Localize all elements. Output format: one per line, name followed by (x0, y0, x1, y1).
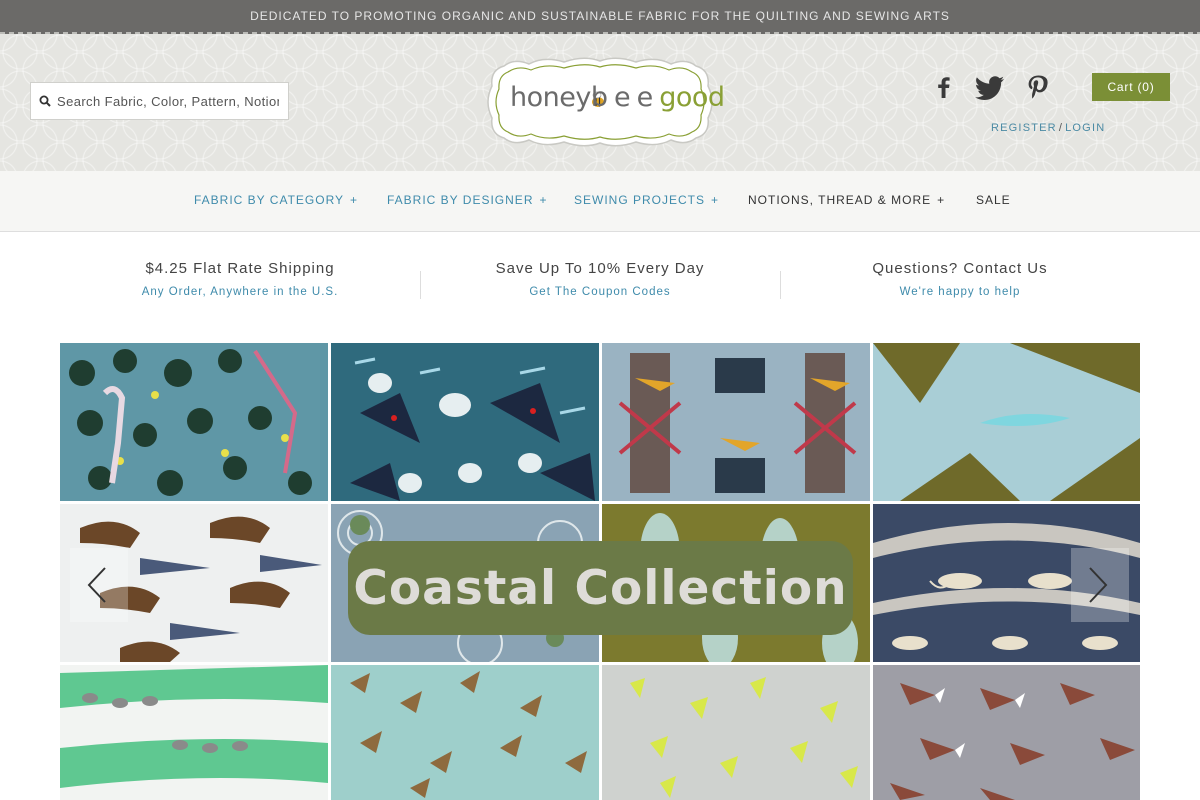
main-nav: FABRIC BY CATEGORY + FABRIC BY DESIGNER + … (0, 171, 1200, 232)
logo-text: honeybeegood (510, 82, 725, 113)
logo[interactable]: honeybeegood (484, 56, 725, 148)
nav-label: SALE (976, 193, 1011, 207)
search-icon (39, 95, 51, 107)
nav-label: FABRIC BY CATEGORY (194, 193, 345, 207)
account-links: REGISTER / LOGIN (991, 122, 1105, 134)
logo-good: good (659, 82, 725, 113)
nav-notions-thread-more[interactable]: NOTIONS, THREAD & MORE + (748, 193, 945, 207)
tile-gutter (60, 501, 1140, 504)
announcement-bar: DEDICATED TO PROMOTING ORGANIC AND SUSTA… (0, 0, 1200, 34)
promo-title: $4.25 Flat Rate Shipping (145, 260, 335, 277)
logo-bee: bee (590, 82, 660, 113)
plus-icon: + (937, 193, 946, 207)
register-link[interactable]: REGISTER (991, 122, 1057, 134)
search-input[interactable] (57, 93, 279, 109)
slider-prev-button[interactable] (70, 548, 128, 622)
nav-sale[interactable]: SALE (976, 193, 1011, 207)
login-link[interactable]: LOGIN (1065, 122, 1105, 134)
chevron-right-icon (1089, 567, 1108, 603)
plus-icon: + (539, 193, 548, 207)
promo-title: Questions? Contact Us (872, 260, 1048, 277)
search-box[interactable] (30, 82, 289, 120)
pinterest-icon[interactable] (1025, 74, 1051, 100)
promo-shipping[interactable]: $4.25 Flat Rate Shipping Any Order, Anyw… (60, 260, 420, 298)
announcement-text: DEDICATED TO PROMOTING ORGANIC AND SUSTA… (250, 9, 950, 23)
tile-gutter (870, 343, 873, 800)
nav-sewing-projects[interactable]: SEWING PROJECTS + (574, 193, 719, 207)
tile-gutter (328, 343, 331, 800)
slide-caption-text: Coastal Collection (353, 560, 848, 616)
facebook-icon[interactable] (931, 74, 957, 100)
nav-label: SEWING PROJECTS (574, 193, 706, 207)
nav-label: FABRIC BY DESIGNER (387, 193, 534, 207)
cart-button[interactable]: Cart (0) (1092, 73, 1170, 101)
slide-caption[interactable]: Coastal Collection (348, 541, 853, 635)
nav-fabric-by-designer[interactable]: FABRIC BY DESIGNER + (387, 193, 548, 207)
nav-label: NOTIONS, THREAD & MORE (748, 193, 932, 207)
plus-icon: + (711, 193, 720, 207)
hero-slider[interactable]: Coastal Collection (60, 343, 1140, 800)
promo-savings[interactable]: Save Up To 10% Every Day Get The Coupon … (420, 260, 780, 298)
plus-icon: + (350, 193, 359, 207)
promo-subtitle[interactable]: Any Order, Anywhere in the U.S. (60, 286, 420, 298)
promo-subtitle[interactable]: We're happy to help (780, 286, 1140, 298)
promo-contact[interactable]: Questions? Contact Us We're happy to hel… (780, 260, 1140, 298)
nav-fabric-by-category[interactable]: FABRIC BY CATEGORY + (194, 193, 358, 207)
promo-title: Save Up To 10% Every Day (495, 260, 705, 277)
account-separator: / (1058, 122, 1064, 134)
tile-gutter (60, 662, 1140, 665)
twitter-icon[interactable] (974, 74, 1006, 100)
promo-subtitle[interactable]: Get The Coupon Codes (420, 286, 780, 298)
chevron-left-icon (87, 567, 106, 603)
logo-honey: honey (510, 82, 591, 113)
header: honeybeegood Cart (0) REGISTER/LOGIN (0, 34, 1200, 171)
slider-next-button[interactable] (1071, 548, 1129, 622)
